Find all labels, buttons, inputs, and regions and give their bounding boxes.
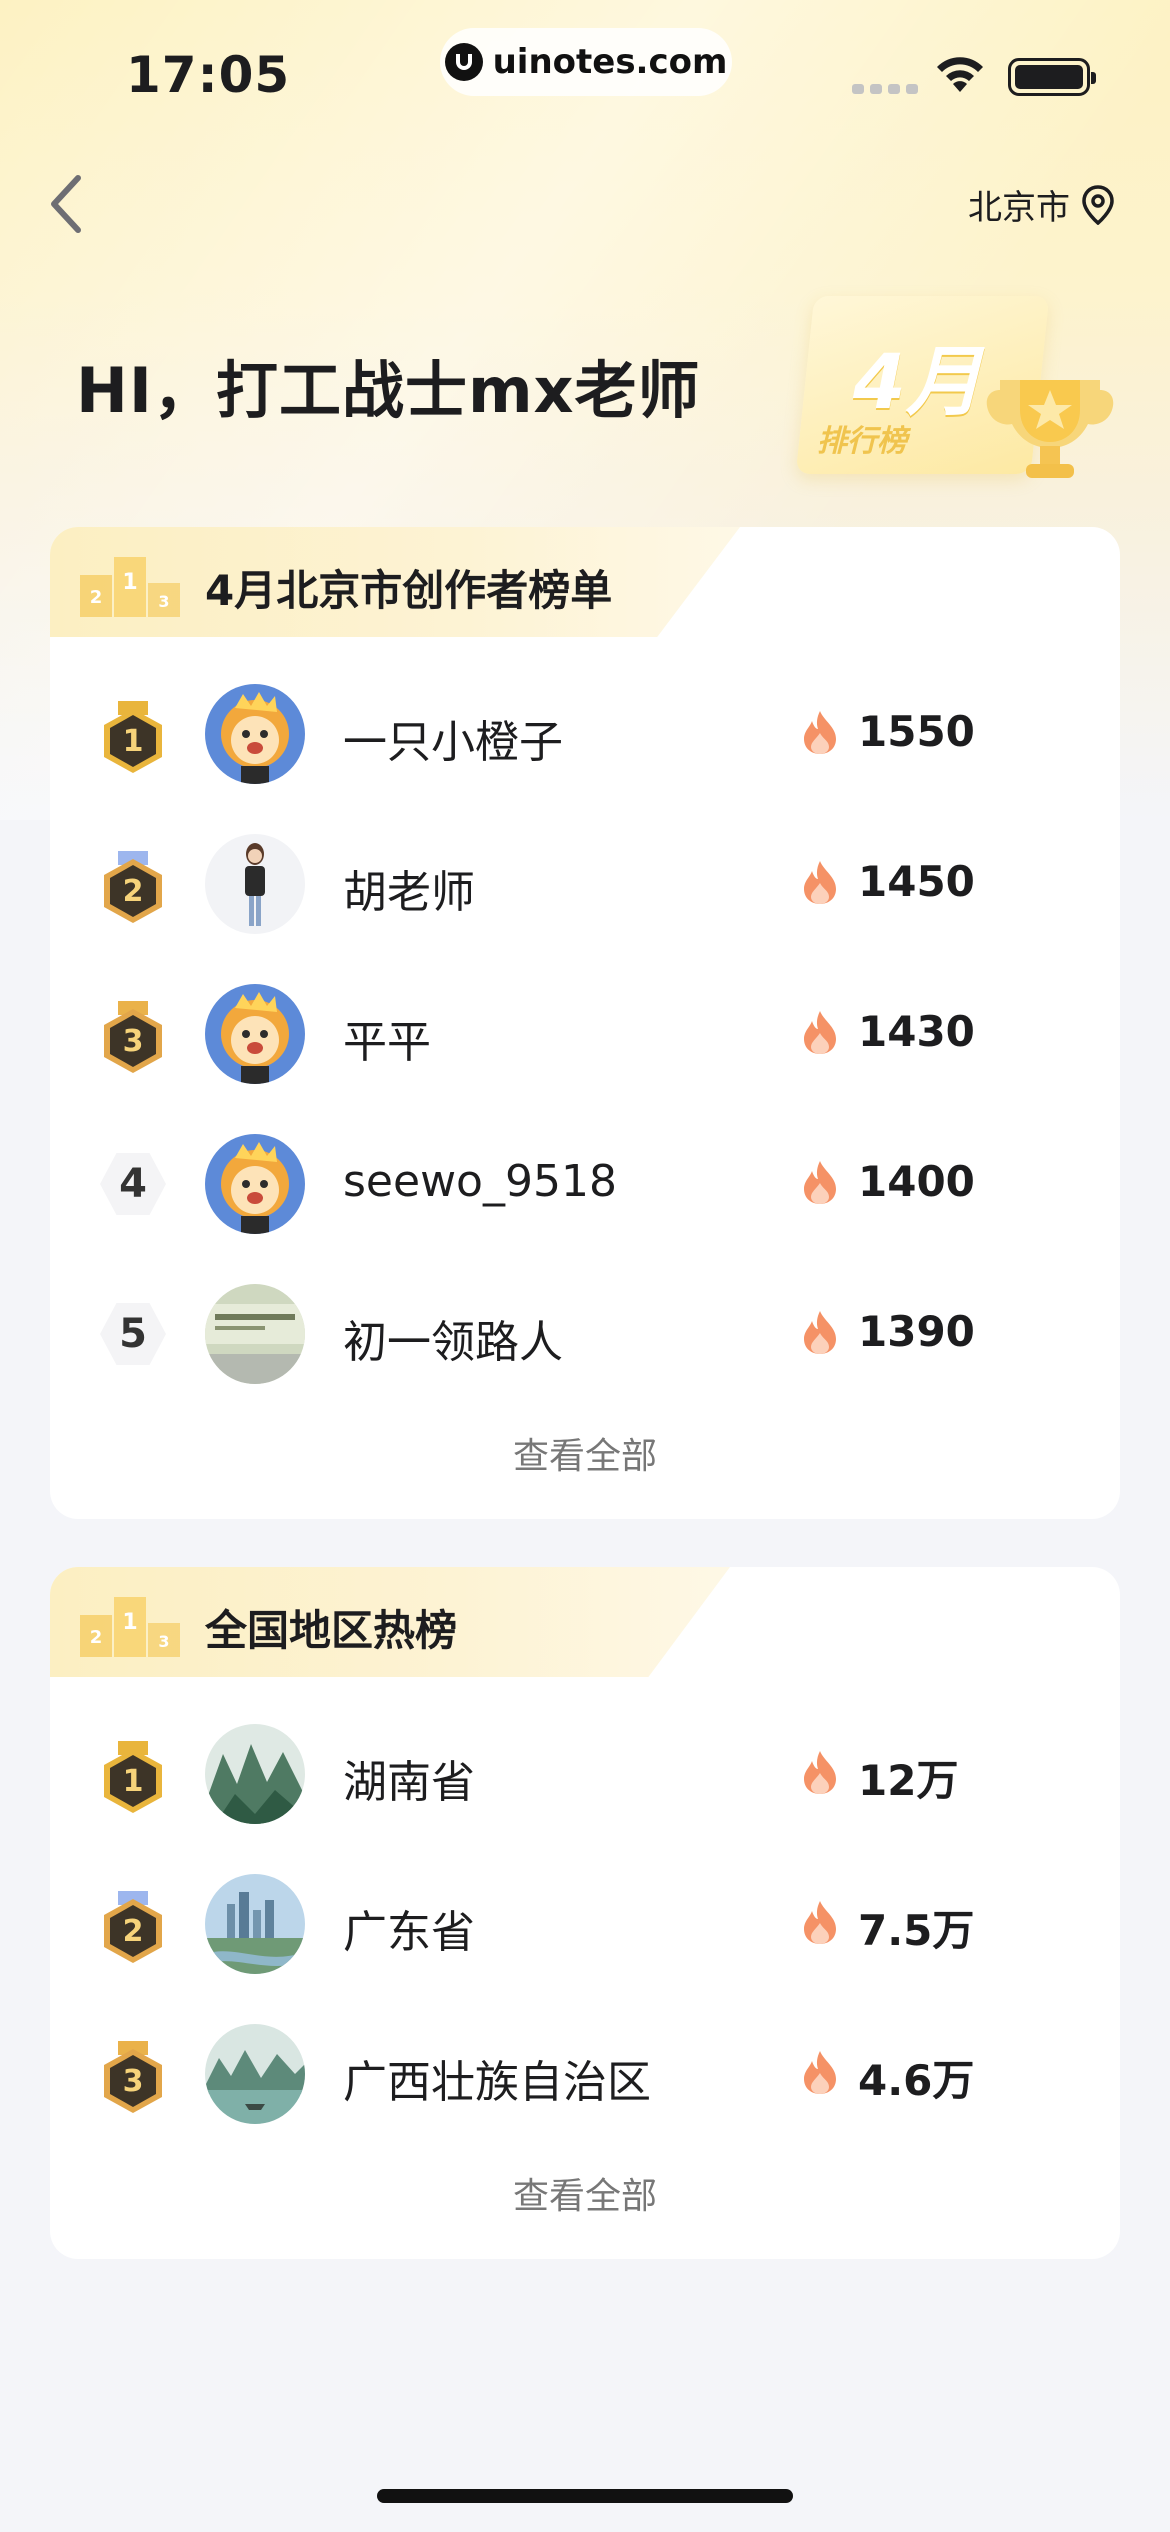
- bronze-medal-icon: 3: [104, 2041, 162, 2113]
- status-time: 17:05: [126, 46, 291, 104]
- silver-medal-icon: 2: [104, 851, 162, 923]
- url-text: uinotes.com: [492, 42, 728, 82]
- lion-avatar: [205, 684, 305, 784]
- month-number: 4月: [853, 337, 982, 426]
- month-ranking-badge: 4月 排行榜: [795, 280, 1125, 500]
- ranking-row[interactable]: 1 湖南省 12万: [50, 1719, 1120, 1829]
- svg-text:3: 3: [158, 592, 169, 611]
- silver-medal-icon: 2: [104, 1891, 162, 1963]
- lion-avatar: [205, 1134, 305, 1234]
- chevron-left-icon: [51, 175, 81, 233]
- url-pill: uinotes.com: [440, 28, 732, 96]
- view-all-link[interactable]: 查看全部: [50, 2167, 1120, 2219]
- ranking-row[interactable]: 4 seewo_9518 1400: [50, 1129, 1120, 1239]
- flame-icon: [804, 1011, 836, 1054]
- ranking-row[interactable]: 3 平平 1430: [50, 979, 1120, 1089]
- flame-icon: [804, 1751, 836, 1794]
- row-score: 12万: [858, 1756, 959, 1805]
- cellular-signal-icon: [852, 84, 918, 94]
- ranking-row[interactable]: 2 广东省 7.5万: [50, 1869, 1120, 1979]
- row-score: 4.6万: [858, 2056, 975, 2105]
- svg-text:2: 2: [90, 1627, 103, 1648]
- lion-avatar: [205, 984, 305, 1084]
- svg-text:1: 1: [122, 570, 137, 595]
- flame-icon: [804, 2051, 836, 2094]
- flame-icon: [804, 711, 836, 754]
- flame-icon: [804, 1311, 836, 1354]
- row-name: 广西壮族自治区: [343, 2057, 651, 2108]
- photo-avatar: [205, 1284, 305, 1384]
- row-name: 湖南省: [343, 1757, 475, 1808]
- view-all-link[interactable]: 查看全部: [50, 1427, 1120, 1479]
- podium-icon: 2 1 3: [80, 557, 180, 617]
- row-name: 平平: [343, 1017, 431, 1068]
- rank-number: 4: [100, 1152, 166, 1216]
- trophy-icon: [986, 380, 1114, 478]
- month-badge-label: 排行榜: [817, 424, 907, 459]
- landscape-mountain-avatar: [205, 1724, 305, 1824]
- battery-icon: [1008, 58, 1096, 96]
- svg-text:1: 1: [123, 724, 144, 759]
- row-score: 1450: [858, 857, 975, 906]
- row-score: 1550: [858, 707, 975, 756]
- svg-text:2: 2: [123, 874, 144, 909]
- greeting-title: HI，打工战士mx老师: [76, 354, 701, 427]
- creator-ranking-card: 2 1 3 4月北京市创作者榜单 1 一只小橙子 1550 2 胡老师 1450…: [50, 527, 1120, 1519]
- rank-number: 5: [100, 1302, 166, 1366]
- site-logo-icon: [444, 43, 483, 81]
- location-pin-icon: [1082, 184, 1114, 225]
- svg-text:1: 1: [123, 1764, 144, 1799]
- svg-text:3: 3: [123, 1024, 144, 1059]
- podium-icon: 2 1 3: [80, 1597, 180, 1657]
- ranking-row[interactable]: 2 胡老师 1450: [50, 829, 1120, 939]
- svg-text:2: 2: [123, 1914, 144, 1949]
- svg-text:1: 1: [122, 1610, 137, 1635]
- row-score: 7.5万: [858, 1906, 975, 1955]
- wifi-icon: [937, 57, 983, 92]
- person-avatar: [205, 834, 305, 934]
- svg-text:3: 3: [158, 1632, 169, 1651]
- gold-medal-icon: 1: [104, 1741, 162, 1813]
- row-name: seewo_9518: [343, 1156, 617, 1207]
- row-score: 1390: [858, 1307, 975, 1356]
- row-name: 初一领路人: [343, 1317, 563, 1368]
- flame-icon: [804, 1161, 836, 1204]
- card-title: 4月北京市创作者榜单: [205, 566, 613, 615]
- row-score: 1430: [858, 1007, 975, 1056]
- landscape-river-avatar: [205, 2024, 305, 2124]
- gold-medal-icon: 1: [104, 701, 162, 773]
- location-label: 北京市: [968, 188, 1070, 228]
- flame-icon: [804, 861, 836, 904]
- ranking-row[interactable]: 1 一只小橙子 1550: [50, 679, 1120, 789]
- landscape-city-avatar: [205, 1874, 305, 1974]
- bronze-medal-icon: 3: [104, 1001, 162, 1073]
- ranking-row[interactable]: 5 初一领路人 1390: [50, 1279, 1120, 1389]
- row-score: 1400: [858, 1157, 975, 1206]
- row-name: 胡老师: [343, 867, 475, 918]
- ranking-row[interactable]: 3 广西壮族自治区 4.6万: [50, 2019, 1120, 2129]
- card-title: 全国地区热榜: [205, 1606, 458, 1655]
- flame-icon: [804, 1901, 836, 1944]
- region-ranking-card: 2 1 3 全国地区热榜 1 湖南省 12万 2 广东省 7.5万 3 广西壮族…: [50, 1567, 1120, 2259]
- row-name: 广东省: [343, 1907, 475, 1958]
- location-selector[interactable]: 北京市: [968, 180, 1114, 229]
- back-button[interactable]: [36, 168, 96, 240]
- row-name: 一只小橙子: [343, 717, 563, 768]
- svg-text:2: 2: [90, 587, 103, 608]
- svg-text:3: 3: [123, 2064, 144, 2099]
- home-indicator[interactable]: [377, 2489, 793, 2503]
